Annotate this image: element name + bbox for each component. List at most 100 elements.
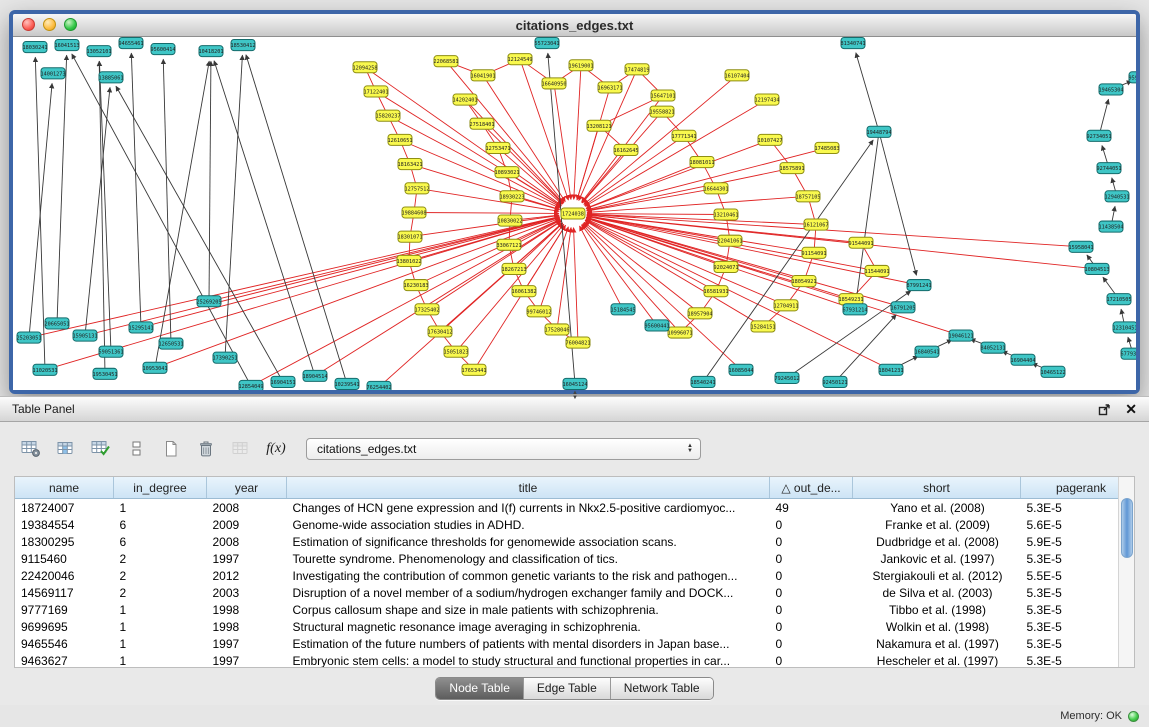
table-cell[interactable]: 2008 [207,533,287,550]
graph-node[interactable]: 15958041 [1068,241,1093,252]
table-cell[interactable]: 1997 [207,550,287,567]
graph-node[interactable]: 10107427 [757,134,782,145]
split-pane-grip[interactable]: ▲▼ [569,391,581,402]
graph-node[interactable]: 16061382 [511,286,536,297]
graph-node[interactable]: 18549231 [838,294,863,305]
graph-node[interactable]: 13801022 [396,255,421,266]
graph-node[interactable]: 10893021 [494,167,519,178]
graph-node[interactable]: 17474819 [624,64,649,75]
graph-node[interactable]: 18301071 [397,231,422,242]
table-cell[interactable]: 1997 [207,652,287,668]
graph-node[interactable]: 17653441 [461,364,486,375]
table-row[interactable]: 977716911998Corpus callosum shape and si… [15,601,1135,618]
table-row[interactable]: 1456911722003Disruption of a novel membe… [15,584,1135,601]
graph-node[interactable]: 84052131 [980,342,1005,353]
graph-node[interactable]: 18054921 [791,276,816,287]
table-cell[interactable]: 2 [114,567,207,584]
table-cell[interactable]: 1 [114,499,207,517]
graph-node[interactable]: 15284151 [750,321,775,332]
graph-hub-node[interactable]: 1724038 [561,208,585,219]
graph-node[interactable]: 91154091 [801,247,826,258]
graph-node[interactable]: 16045124 [562,378,587,389]
graph-node[interactable]: 55723041 [534,38,559,49]
graph-node[interactable]: 10830022 [497,215,522,226]
graph-node[interactable]: 76254402 [366,381,391,390]
table-cell[interactable]: 49 [770,499,853,517]
graph-node[interactable]: 16041513 [54,40,79,51]
graph-node[interactable]: 19558821 [649,106,674,117]
show-columns-icon[interactable] [51,435,81,462]
graph-node[interactable]: 16963171 [597,82,622,93]
table-cell[interactable]: Estimation of the future numbers of pati… [287,635,770,652]
table-cell[interactable]: Corpus callosum shape and size in male p… [287,601,770,618]
table-cell[interactable]: 1998 [207,601,287,618]
graph-node[interactable]: 17390251 [212,352,237,363]
graph-node[interactable]: 87991241 [906,280,931,291]
table-cell[interactable]: 2009 [207,516,287,533]
table-cell[interactable]: 1 [114,652,207,668]
graph-node[interactable]: 16840541 [914,346,939,357]
scrollbar-thumb[interactable] [1121,498,1133,558]
table-mode-icon[interactable] [16,435,46,462]
table-cell[interactable]: 2008 [207,499,287,517]
new-column-icon[interactable] [86,435,116,462]
graph-node[interactable]: 12094258 [352,62,377,73]
graph-node[interactable]: 11544091 [864,265,889,276]
minimize-window-button[interactable] [43,18,56,31]
graph-node[interactable]: 17122401 [363,86,388,97]
table-row[interactable]: 1872400712008Changes of HCN gene express… [15,499,1135,517]
graph-node[interactable]: 18267213 [501,263,526,274]
graph-node[interactable]: 67793041 [1120,348,1136,359]
graph-node[interactable]: 19619001 [568,60,593,71]
graph-node[interactable]: 18930223 [499,191,524,202]
tab-network-table[interactable]: Network Table [610,678,713,699]
graph-node[interactable]: 20665051 [44,318,69,329]
graph-node[interactable]: 10953041 [142,362,167,373]
table-cell[interactable]: 19384554 [15,516,114,533]
graph-node[interactable]: 13885061 [98,72,123,83]
graph-node[interactable]: 95901441 [1128,72,1136,83]
graph-node[interactable]: 17528046 [544,324,569,335]
graph-node[interactable]: 95600414 [150,44,175,55]
table-cell[interactable]: Franke et al. (2009) [853,516,1021,533]
table-cell[interactable]: Changes of HCN gene expression and I(f) … [287,499,770,517]
graph-node[interactable]: 18904514 [302,370,327,381]
table-cell[interactable]: de Silva et al. (2003) [853,584,1021,601]
delete-column-icon[interactable] [191,435,221,462]
graph-node[interactable]: 16230183 [403,280,428,291]
table-cell[interactable]: 14569117 [15,584,114,601]
graph-node[interactable]: 92734051 [1086,130,1111,141]
graph-node[interactable]: 16904404 [1010,354,1035,365]
graph-node[interactable]: 18030241 [22,42,47,53]
graph-node[interactable]: 16162645 [613,144,638,155]
graph-node[interactable]: 91544091 [848,237,873,248]
graph-node[interactable]: 17485083 [814,142,839,153]
graph-node[interactable]: 17630412 [427,326,452,337]
graph-node[interactable]: 18041231 [878,364,903,375]
table-cell[interactable]: 1997 [207,635,287,652]
graph-node[interactable]: 14202401 [452,94,477,105]
tab-node-table[interactable]: Node Table [436,678,523,699]
table-row[interactable]: 1938455462009Genome-wide association stu… [15,516,1135,533]
new-network-icon[interactable] [156,435,186,462]
graph-node[interactable]: 10465122 [1040,366,1065,377]
graph-node[interactable]: 10996071 [667,327,692,338]
graph-node[interactable]: 11438504 [1098,221,1123,232]
table-cell[interactable]: 22420046 [15,567,114,584]
graph-node[interactable]: 19884608 [401,207,426,218]
table-cell[interactable]: Investigating the contribution of common… [287,567,770,584]
graph-node[interactable]: 16041901 [470,70,495,81]
graph-node[interactable]: 10804513 [1084,263,1109,274]
graph-node[interactable]: 12854049 [238,380,263,390]
table-cell[interactable]: Stergiakouli et al. (2012) [853,567,1021,584]
graph-node[interactable]: 18540241 [690,376,715,387]
table-cell[interactable]: 18300295 [15,533,114,550]
graph-node[interactable]: 15051823 [443,346,468,357]
table-cell[interactable]: 2003 [207,584,287,601]
table-cell[interactable]: 0 [770,533,853,550]
table-cell[interactable]: Tibbo et al. (1998) [853,601,1021,618]
table-cell[interactable]: Embryonic stem cells: a model to study s… [287,652,770,668]
table-cell[interactable]: Hescheler et al. (1997) [853,652,1021,668]
window-titlebar[interactable]: citations_edges.txt [13,14,1136,37]
graph-node[interactable]: 95600441 [644,320,669,331]
